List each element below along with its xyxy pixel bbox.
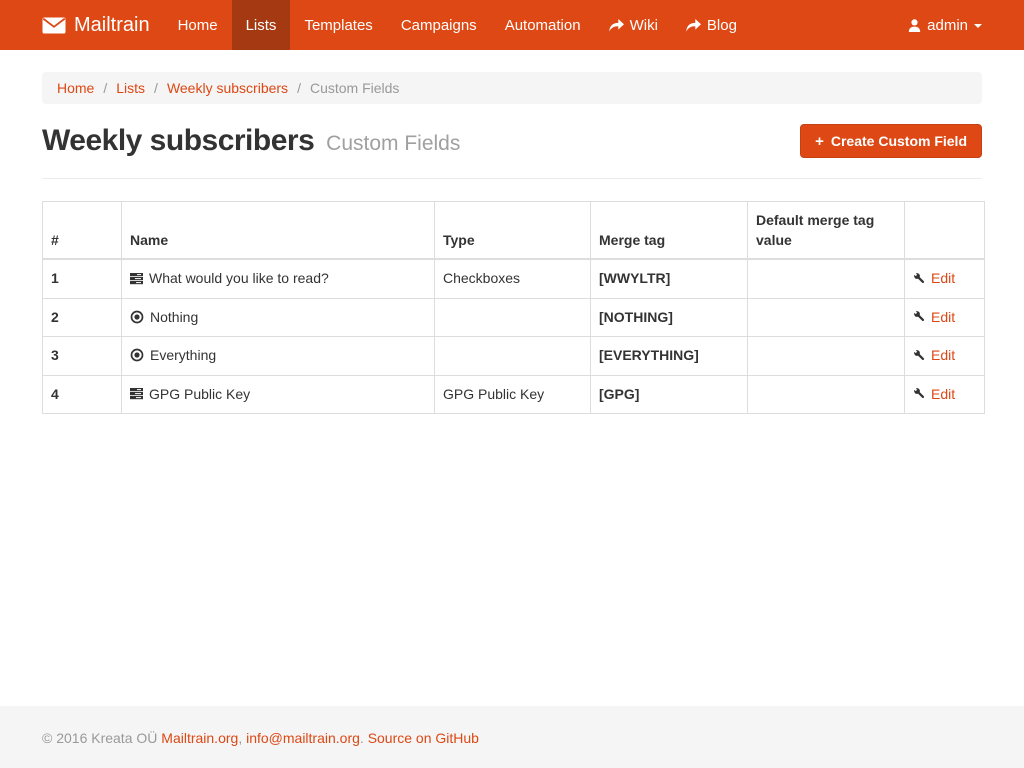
edit-field-link[interactable]: Edit xyxy=(913,384,955,404)
breadcrumb-separator: / xyxy=(288,80,310,96)
user-menu-admin[interactable]: admin xyxy=(908,17,982,34)
tasks-icon xyxy=(130,387,143,400)
field-type xyxy=(435,337,591,376)
breadcrumb-separator: / xyxy=(94,80,116,96)
breadcrumb-home[interactable]: Home xyxy=(57,80,94,96)
breadcrumb-separator: / xyxy=(145,80,167,96)
table-row: 4 GPG Public Key GPG Public Key [GPG] xyxy=(43,375,985,414)
user-icon xyxy=(908,19,921,32)
custom-fields-table: # Name Type Merge tag Default merge tag … xyxy=(42,201,985,414)
table-row: 3 Everything [EVERYTHING] xyxy=(43,337,985,376)
plus-icon: + xyxy=(815,134,824,149)
field-name: GPG Public Key xyxy=(149,384,250,404)
field-type: Checkboxes xyxy=(435,259,591,298)
user-label: admin xyxy=(927,17,968,34)
field-name: What would you like to read? xyxy=(149,268,329,288)
breadcrumb-weekly-subscribers[interactable]: Weekly subscribers xyxy=(167,80,288,96)
field-default-value xyxy=(748,337,905,376)
page-footer: © 2016 Kreata OÜ Mailtrain.org, info@mai… xyxy=(0,706,1024,768)
edit-field-link[interactable]: Edit xyxy=(913,268,955,288)
breadcrumb-current: Custom Fields xyxy=(310,80,399,96)
table-header-row: # Name Type Merge tag Default merge tag … xyxy=(43,202,985,260)
header-default-value: Default merge tag value xyxy=(748,202,905,260)
field-merge-tag: [NOTHING] xyxy=(591,298,748,337)
brand-label: Mailtrain xyxy=(74,14,150,37)
row-number: 3 xyxy=(43,337,122,376)
top-navbar: Mailtrain Home Lists Templates Campaigns… xyxy=(0,0,1024,50)
nav-item-campaigns[interactable]: Campaigns xyxy=(387,0,491,50)
wrench-icon xyxy=(913,310,926,323)
field-merge-tag: [GPG] xyxy=(591,375,748,414)
breadcrumb-lists[interactable]: Lists xyxy=(116,80,145,96)
wrench-icon xyxy=(913,387,926,400)
record-icon xyxy=(130,348,144,362)
table-row: 2 Nothing [NOTHING] xyxy=(43,298,985,337)
page-subtitle: Custom Fields xyxy=(326,132,460,155)
nav-item-automation[interactable]: Automation xyxy=(491,0,595,50)
copyright-text: © 2016 Kreata OÜ xyxy=(42,730,157,746)
row-number: 4 xyxy=(43,375,122,414)
footer-link-github[interactable]: Source on GitHub xyxy=(368,730,479,746)
nav-item-blog[interactable]: Blog xyxy=(672,0,751,50)
edit-field-link[interactable]: Edit xyxy=(913,307,955,327)
row-number: 1 xyxy=(43,259,122,298)
share-arrow-icon xyxy=(609,19,624,32)
header-merge-tag: Merge tag xyxy=(591,202,748,260)
field-type: GPG Public Key xyxy=(435,375,591,414)
share-arrow-icon xyxy=(686,19,701,32)
field-merge-tag: [WWYLTR] xyxy=(591,259,748,298)
field-name: Nothing xyxy=(150,307,198,327)
footer-link-mailtrain[interactable]: Mailtrain.org xyxy=(161,730,238,746)
field-default-value xyxy=(748,375,905,414)
header-actions xyxy=(905,202,985,260)
field-default-value xyxy=(748,298,905,337)
brand-mailtrain[interactable]: Mailtrain xyxy=(42,0,164,50)
main-nav: Home Lists Templates Campaigns Automatio… xyxy=(164,0,751,50)
nav-item-wiki[interactable]: Wiki xyxy=(595,0,672,50)
header-num: # xyxy=(43,202,122,260)
create-custom-field-button[interactable]: + Create Custom Field xyxy=(800,124,982,158)
field-type xyxy=(435,298,591,337)
row-number: 2 xyxy=(43,298,122,337)
record-icon xyxy=(130,310,144,324)
nav-item-lists[interactable]: Lists xyxy=(232,0,291,50)
header-type: Type xyxy=(435,202,591,260)
nav-item-home[interactable]: Home xyxy=(164,0,232,50)
breadcrumb: Home / Lists / Weekly subscribers / Cust… xyxy=(42,72,982,104)
edit-field-link[interactable]: Edit xyxy=(913,345,955,365)
page-header: Weekly subscribers Custom Fields + Creat… xyxy=(42,124,982,179)
chevron-down-icon xyxy=(974,24,982,28)
tasks-icon xyxy=(130,272,143,285)
field-default-value xyxy=(748,259,905,298)
wrench-icon xyxy=(913,349,926,362)
table-row: 1 What would you like to read? Checkboxe… xyxy=(43,259,985,298)
header-name: Name xyxy=(122,202,435,260)
footer-link-email[interactable]: info@mailtrain.org xyxy=(246,730,360,746)
field-merge-tag: [EVERYTHING] xyxy=(591,337,748,376)
page-title: Weekly subscribers xyxy=(42,124,314,157)
envelope-icon xyxy=(42,17,66,34)
field-name: Everything xyxy=(150,345,216,365)
nav-item-templates[interactable]: Templates xyxy=(290,0,386,50)
wrench-icon xyxy=(913,272,926,285)
